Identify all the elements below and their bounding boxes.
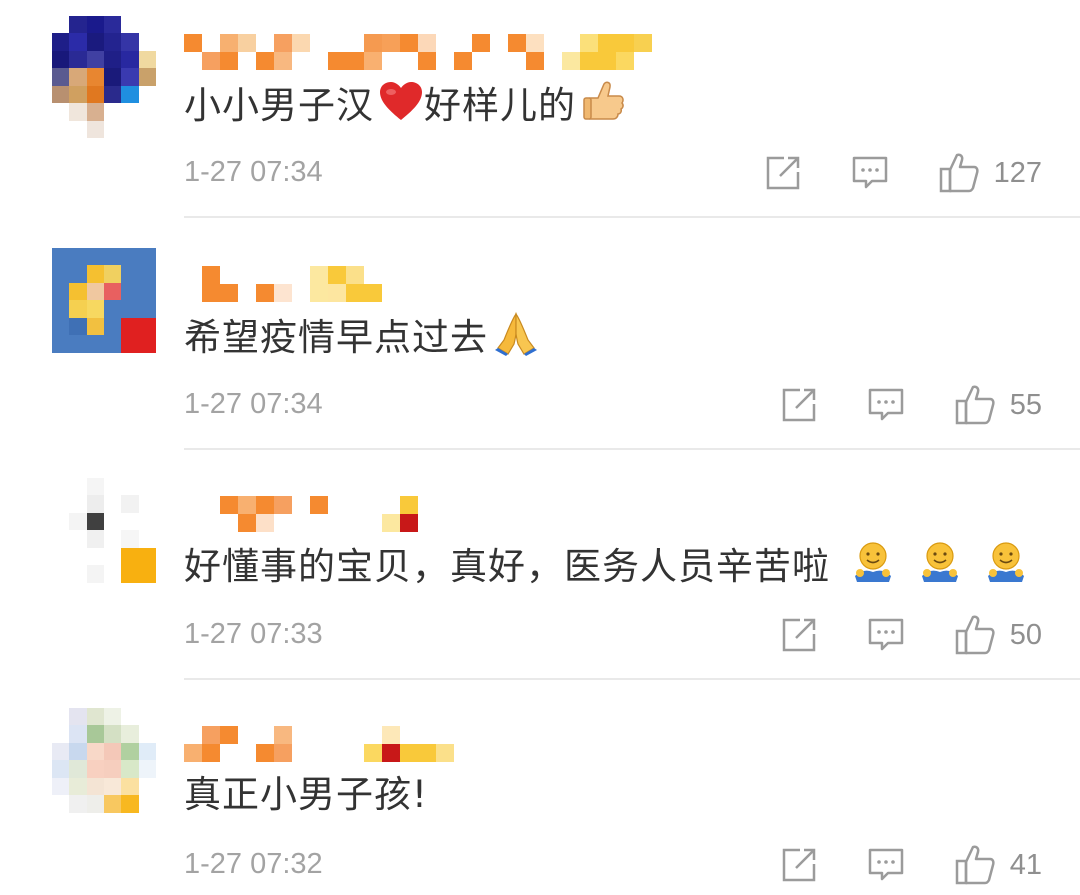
hugging-face-icon — [918, 540, 962, 597]
share-button[interactable] — [780, 386, 818, 424]
thumbs-up-icon — [955, 385, 995, 425]
thumbs-up-icon — [939, 153, 979, 193]
timestamp: 1-27 07:33 — [184, 618, 323, 650]
comment-text: 真正小男子孩! — [184, 770, 428, 820]
red-heart-icon — [378, 80, 424, 135]
username-redacted[interactable] — [184, 726, 744, 766]
username-redacted[interactable] — [184, 266, 744, 306]
divider — [184, 216, 1080, 218]
comment-text-part1: 真正小男子孩! — [184, 773, 428, 816]
thumbs-up-icon — [580, 78, 626, 137]
like-count: 41 — [1009, 848, 1042, 881]
comment-icon — [868, 388, 903, 421]
share-icon — [766, 156, 799, 190]
like-button[interactable]: 55 — [954, 384, 1042, 426]
divider — [184, 448, 1080, 450]
like-button[interactable]: 127 — [938, 152, 1042, 194]
reply-button[interactable] — [866, 846, 906, 884]
comment-actions: 127 — [764, 150, 1042, 196]
username-redacted[interactable] — [184, 496, 744, 536]
like-count: 55 — [1009, 388, 1042, 421]
comment-text-part1: 希望疫情早点过去 — [184, 316, 488, 359]
comment-text: 好懂事的宝贝，真好，医务人员辛苦啦 — [184, 540, 1028, 597]
comment-list: 小小男子汉 好样儿的 1-27 07:34 127 希望疫情早点过去 1-27 … — [0, 0, 1080, 895]
avatar[interactable] — [52, 248, 156, 370]
hugging-face-icon — [851, 540, 895, 597]
thumbs-up-icon — [955, 615, 995, 655]
avatar[interactable] — [52, 16, 156, 138]
comment-actions: 50 — [780, 612, 1042, 658]
comment-item: 好懂事的宝贝，真好，医务人员辛苦啦 1-27 07:33 50 — [0, 462, 1080, 692]
comment-text-part1: 小小男子汉 — [184, 84, 374, 127]
comment-item: 小小男子汉 好样儿的 1-27 07:34 127 — [0, 0, 1080, 230]
comment-icon — [868, 848, 903, 881]
comment-text-part2: 好样儿的 — [424, 84, 576, 127]
comment-actions: 41 — [780, 842, 1042, 888]
comment-text: 希望疫情早点过去 — [184, 310, 540, 369]
share-icon — [782, 848, 815, 882]
hugging-face-icon — [984, 540, 1028, 597]
comment-actions: 55 — [780, 382, 1042, 428]
comment-item: 真正小男子孩! 1-27 07:32 41 — [0, 692, 1080, 895]
username-redacted[interactable] — [184, 34, 744, 74]
comment-icon — [868, 618, 903, 651]
timestamp: 1-27 07:32 — [184, 848, 323, 880]
share-button[interactable] — [780, 616, 818, 654]
avatar[interactable] — [52, 478, 156, 600]
comment-icon — [852, 156, 887, 189]
like-button[interactable]: 41 — [954, 844, 1042, 886]
thumbs-up-icon — [955, 845, 995, 885]
share-icon — [782, 618, 815, 652]
reply-button[interactable] — [850, 154, 890, 192]
reply-button[interactable] — [866, 386, 906, 424]
divider — [184, 678, 1080, 680]
timestamp: 1-27 07:34 — [184, 156, 323, 188]
comment-text: 小小男子汉 好样儿的 — [184, 78, 626, 137]
comment-item: 希望疫情早点过去 1-27 07:34 55 — [0, 232, 1080, 462]
comment-text-part1: 好懂事的宝贝，真好，医务人员辛苦啦 — [184, 545, 830, 588]
reply-button[interactable] — [866, 616, 906, 654]
like-button[interactable]: 50 — [954, 614, 1042, 656]
like-count: 50 — [1009, 618, 1042, 651]
folded-hands-icon — [492, 310, 540, 369]
share-icon — [782, 388, 815, 422]
like-count: 127 — [993, 156, 1042, 189]
avatar[interactable] — [52, 708, 156, 830]
share-button[interactable] — [780, 846, 818, 884]
share-button[interactable] — [764, 154, 802, 192]
timestamp: 1-27 07:34 — [184, 388, 323, 420]
